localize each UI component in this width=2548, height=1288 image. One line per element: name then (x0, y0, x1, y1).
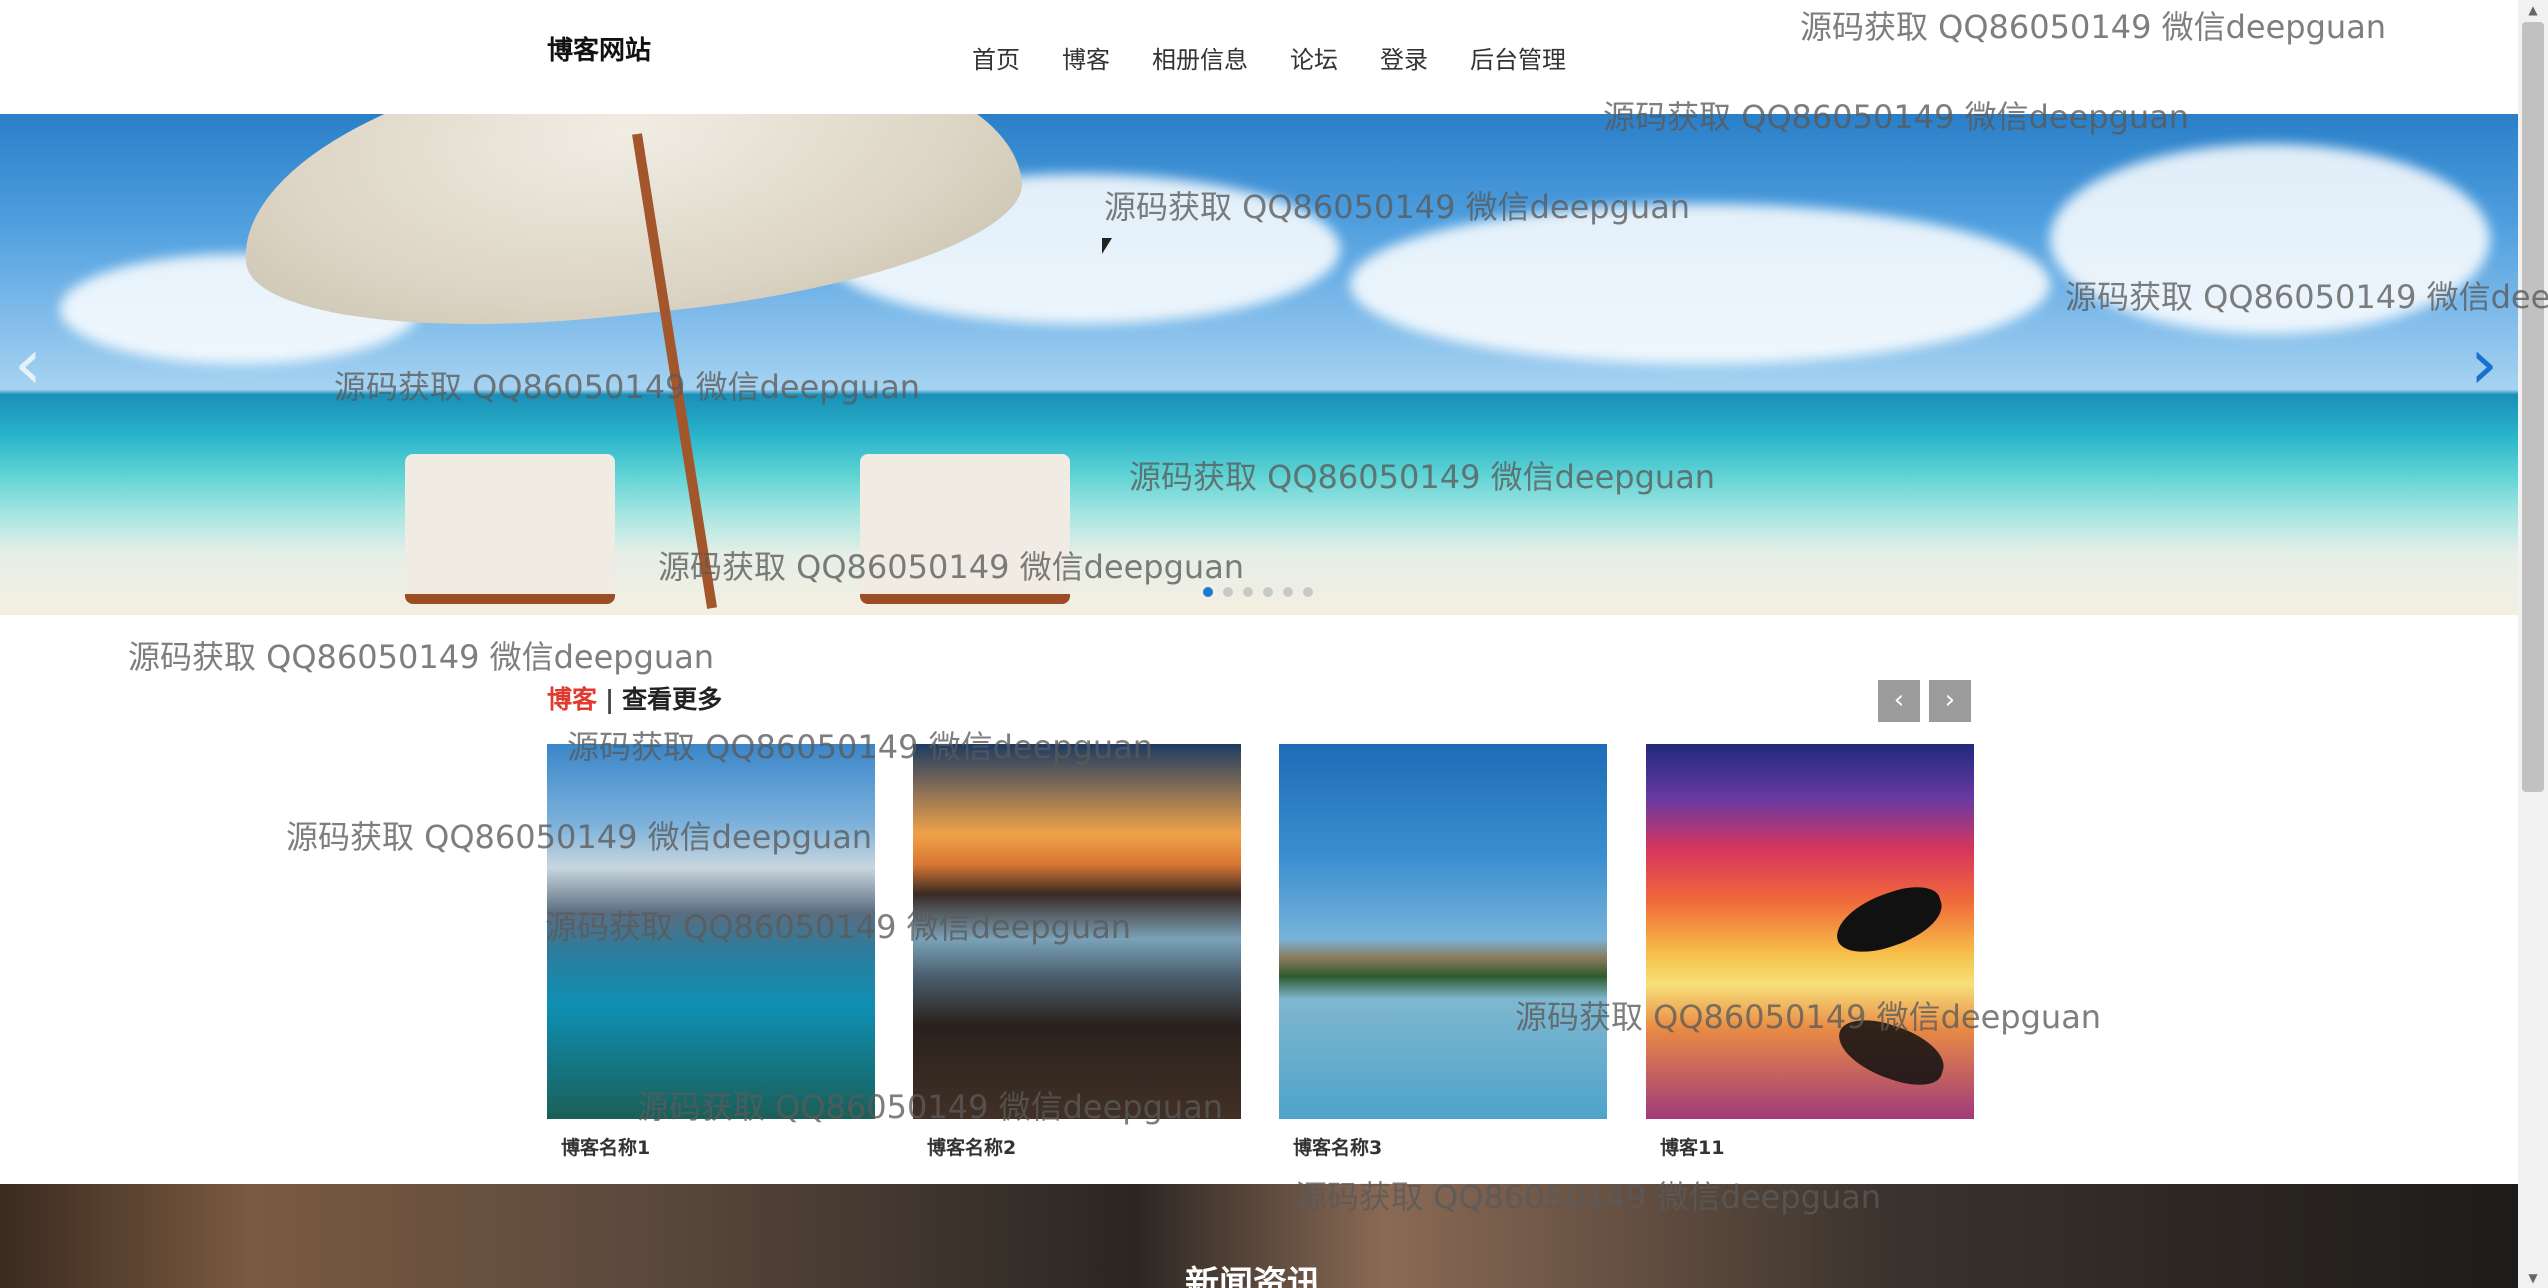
blog-card-name[interactable]: 博客11 (1660, 1133, 1974, 1160)
blog-card[interactable]: 博客名称2 (913, 744, 1241, 1160)
banner-cloud (1350, 204, 2050, 364)
blog-thumbnail[interactable] (1646, 744, 1974, 1119)
blog-thumbnail[interactable] (913, 744, 1241, 1119)
carousel-dot[interactable] (1263, 587, 1273, 597)
blog-section-heading: 博客 | 查看更多 (547, 680, 722, 716)
nav-admin[interactable]: 后台管理 (1470, 40, 1566, 74)
blog-next-button[interactable]: › (1929, 680, 1971, 722)
blog-card-name[interactable]: 博客名称1 (561, 1133, 875, 1160)
news-section: 新闻资讯 (0, 1184, 2518, 1288)
watermark-text: 源码获取 QQ86050149 微信deepguan (128, 638, 715, 676)
banner-next-button[interactable]: › (2470, 329, 2498, 399)
blog-card[interactable]: 博客名称3 (1279, 744, 1607, 1160)
carousel-dot[interactable] (1203, 587, 1213, 597)
view-more-link[interactable]: 查看更多 (622, 685, 722, 714)
beach-chair (860, 454, 1070, 604)
carousel-dot[interactable] (1303, 587, 1313, 597)
banner-prev-button[interactable]: ‹ (14, 329, 42, 399)
carousel-dot[interactable] (1223, 587, 1233, 597)
beach-chair (405, 454, 615, 604)
dolphin-reflection (1830, 1010, 1952, 1094)
blog-thumbnail[interactable] (547, 744, 875, 1119)
nav-home[interactable]: 首页 (972, 40, 1020, 74)
banner-carousel[interactable]: ‹ › (0, 114, 2518, 615)
nav-login[interactable]: 登录 (1380, 40, 1428, 74)
blog-prev-button[interactable]: ‹ (1878, 680, 1920, 722)
mouse-cursor-icon (1102, 238, 1112, 254)
blog-section-title: 博客 (547, 685, 598, 714)
heading-separator: | (605, 685, 615, 714)
blog-thumbnail[interactable] (1279, 744, 1607, 1119)
dolphin-silhouette (1828, 878, 1950, 962)
site-title[interactable]: 博客网站 (547, 30, 651, 67)
page-scrollbar[interactable]: ▲ ▼ (2518, 0, 2548, 1288)
carousel-indicators (1203, 587, 1313, 597)
main-nav: 首页 博客 相册信息 论坛 登录 后台管理 (972, 40, 1608, 74)
news-section-title: 新闻资讯 (1185, 1264, 1321, 1288)
blog-card[interactable]: 博客名称1 (547, 744, 875, 1160)
blog-card[interactable]: 博客11 (1646, 744, 1974, 1160)
scroll-down-arrow-icon[interactable]: ▼ (2518, 1268, 2548, 1288)
site-header: 博客网站 首页 博客 相册信息 论坛 登录 后台管理 (0, 0, 2518, 114)
banner-cloud (2050, 144, 2490, 334)
nav-album[interactable]: 相册信息 (1152, 40, 1248, 74)
carousel-dot[interactable] (1283, 587, 1293, 597)
nav-forum[interactable]: 论坛 (1290, 40, 1338, 74)
scroll-thumb[interactable] (2522, 22, 2544, 792)
nav-blog[interactable]: 博客 (1062, 40, 1110, 74)
carousel-dot[interactable] (1243, 587, 1253, 597)
blog-card-name[interactable]: 博客名称2 (927, 1133, 1241, 1160)
scroll-up-arrow-icon[interactable]: ▲ (2518, 0, 2548, 20)
blog-card-name[interactable]: 博客名称3 (1293, 1133, 1607, 1160)
